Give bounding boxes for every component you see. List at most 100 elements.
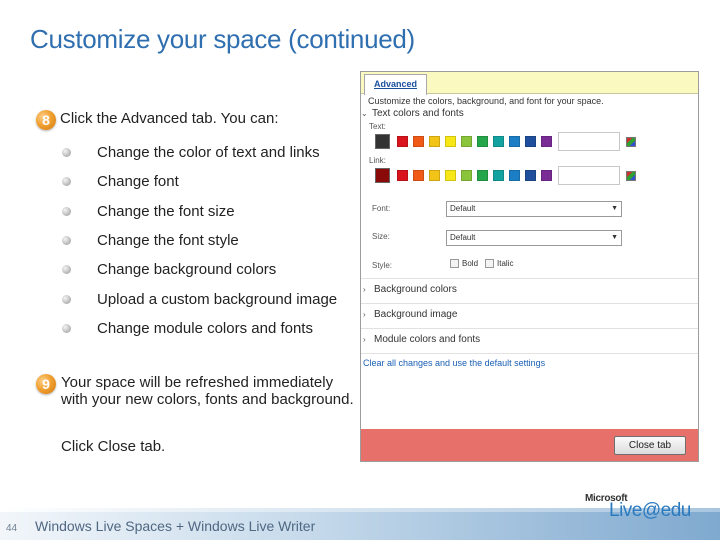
section-module-colors[interactable]: › Module colors and fonts <box>363 334 480 345</box>
style-bold-option[interactable]: Bold <box>450 259 478 268</box>
style-label: Style: <box>372 261 393 270</box>
text-color-row <box>375 132 636 151</box>
text-color-input[interactable] <box>558 132 620 151</box>
footer-text: Windows Live Spaces + Windows Live Write… <box>35 518 316 534</box>
step-8-text-after: tab. You can: <box>187 110 279 127</box>
list-item-text: Change font <box>97 173 179 191</box>
size-select-value: Default <box>450 233 476 242</box>
bullet-icon <box>62 177 71 187</box>
list-item: Change font <box>62 167 337 196</box>
swatch-blue[interactable] <box>509 136 520 147</box>
chevron-right-icon: › <box>363 310 366 319</box>
swatch-red[interactable] <box>397 136 408 147</box>
swatch-lime[interactable] <box>461 136 472 147</box>
list-item: Change background colors <box>62 255 337 284</box>
list-item-text: Change the color of text and links <box>97 144 320 162</box>
divider <box>361 328 698 329</box>
color-picker-icon[interactable] <box>626 170 636 181</box>
step-8: 8 Click the Advanced tab. You can: <box>36 110 279 130</box>
bold-label: Bold <box>462 259 479 268</box>
color-picker-icon[interactable] <box>626 136 636 147</box>
section-background-image[interactable]: › Background image <box>363 309 457 320</box>
list-item: Upload a custom background image <box>62 284 337 313</box>
swatch-orange[interactable] <box>413 170 424 181</box>
step-8-text-before: Click the <box>60 110 121 127</box>
link-color-row <box>375 166 636 185</box>
italic-checkbox[interactable] <box>485 259 494 268</box>
swatch-green[interactable] <box>477 136 488 147</box>
step-8-text: Click the Advanced tab. You can: <box>60 110 279 128</box>
chevron-right-icon: › <box>363 285 366 294</box>
list-item: Change the font style <box>62 226 337 255</box>
section-label: Background colors <box>374 284 457 295</box>
step-9-text: Your space will be refreshed immediately… <box>61 374 354 408</box>
section-label: Text colors and fonts <box>372 108 464 119</box>
swatch-gold[interactable] <box>429 136 440 147</box>
swatch-teal[interactable] <box>493 136 504 147</box>
swatch-blue[interactable] <box>509 170 520 181</box>
customize-panel: Advanced Customize the colors, backgroun… <box>360 71 699 462</box>
swatch-teal[interactable] <box>493 170 504 181</box>
link-color-input[interactable] <box>558 166 620 185</box>
swatch-yellow[interactable] <box>445 170 456 181</box>
panel-description: Customize the colors, background, and fo… <box>368 96 604 106</box>
list-item: Change module colors and fonts <box>62 314 337 343</box>
divider <box>361 303 698 304</box>
link-selected-swatch[interactable] <box>375 168 390 183</box>
list-item-text: Upload a custom background image <box>97 290 338 308</box>
size-select[interactable]: Default ▼ <box>446 230 622 246</box>
style-italic-option[interactable]: Italic <box>485 259 513 268</box>
tab-advanced[interactable]: Advanced <box>364 74 427 95</box>
text-selected-swatch[interactable] <box>375 134 390 149</box>
list-item: Change the color of text and links <box>62 138 337 167</box>
step-9-badge: 9 <box>36 374 56 394</box>
close-tab-button[interactable]: Close tab <box>614 436 686 455</box>
chevron-down-icon: ⌄ <box>361 109 368 118</box>
list-item-text: Change background colors <box>97 261 277 279</box>
swatch-purple[interactable] <box>541 136 552 147</box>
step-8-text-bold: Advanced <box>120 110 188 127</box>
swatch-navy[interactable] <box>525 170 536 181</box>
swatch-orange[interactable] <box>413 136 424 147</box>
section-text-colors-and-fonts[interactable]: ⌄ Text colors and fonts <box>361 108 464 119</box>
font-select-value: Default <box>450 204 476 213</box>
font-label: Font: <box>372 204 391 213</box>
swatch-red[interactable] <box>397 170 408 181</box>
dropdown-arrow-icon: ▼ <box>611 205 618 212</box>
bullet-icon <box>62 294 71 304</box>
swatch-gold[interactable] <box>429 170 440 181</box>
size-label: Size: <box>372 232 390 241</box>
step-9: 9 Your space will be refreshed immediate… <box>36 374 361 408</box>
panel-tab-strip: Advanced <box>361 72 698 95</box>
swatch-navy[interactable] <box>525 136 536 147</box>
section-label: Module colors and fonts <box>374 334 481 345</box>
page-number: 44 <box>6 523 18 534</box>
bold-checkbox[interactable] <box>450 259 459 268</box>
swatch-green[interactable] <box>477 170 488 181</box>
link-color-label: Link: <box>369 156 386 165</box>
swatch-yellow[interactable] <box>445 136 456 147</box>
panel-footer-bar: Close tab <box>361 429 698 461</box>
swatch-lime[interactable] <box>461 170 472 181</box>
click-close-prefix: Click <box>61 438 98 455</box>
section-background-colors[interactable]: › Background colors <box>363 284 457 295</box>
bullet-icon <box>62 323 71 333</box>
dropdown-arrow-icon: ▼ <box>611 234 618 241</box>
step-8-badge: 8 <box>36 110 56 130</box>
divider <box>361 278 698 279</box>
text-color-label: Text: <box>369 122 386 131</box>
italic-label: Italic <box>497 259 514 268</box>
section-label: Background image <box>374 309 458 320</box>
swatch-purple[interactable] <box>541 170 552 181</box>
list-item-text: Change the font size <box>97 202 235 220</box>
chevron-right-icon: › <box>363 335 366 344</box>
list-item-text: Change module colors and fonts <box>97 319 313 337</box>
clear-settings-link[interactable]: Clear all changes and use the default se… <box>363 358 545 368</box>
list-item-text: Change the font style <box>97 232 239 250</box>
click-close-instruction: Click Close tab. <box>61 438 165 455</box>
font-select[interactable]: Default ▼ <box>446 201 622 217</box>
bullet-icon <box>62 236 71 246</box>
bullet-icon <box>62 265 71 275</box>
capabilities-list: Change the color of text and links Chang… <box>62 138 337 343</box>
bullet-icon <box>62 206 71 216</box>
